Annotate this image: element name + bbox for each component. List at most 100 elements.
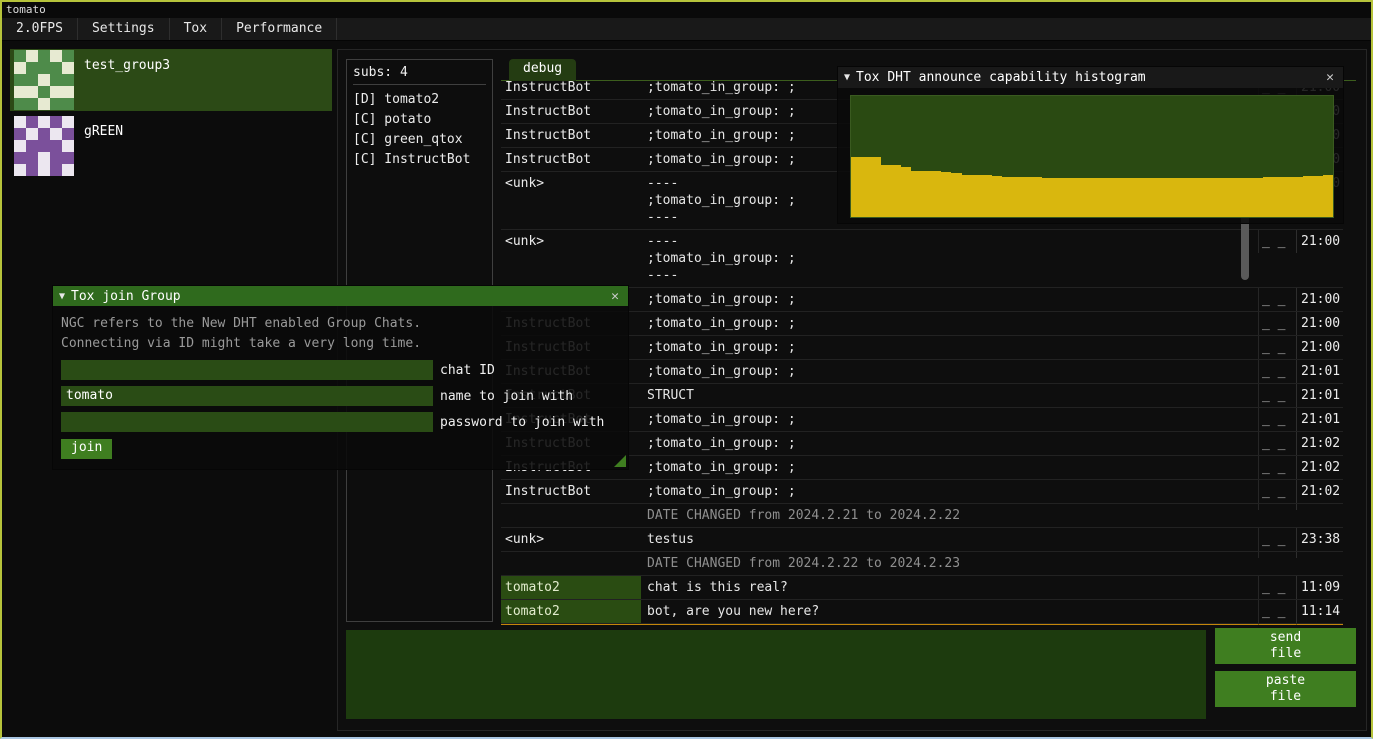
chat-flags <box>1258 552 1296 558</box>
close-icon[interactable]: ✕ <box>1323 70 1337 85</box>
chat-time: 11:09 <box>1296 576 1343 599</box>
chat-time: 21:01 <box>1296 360 1343 383</box>
chat-message: chat is this real? <box>641 576 1258 599</box>
chat-sender: InstructBot <box>501 480 641 503</box>
fps-counter: 2.0FPS <box>2 18 78 40</box>
histogram-bar <box>1142 178 1152 217</box>
histogram-bar <box>1062 178 1072 217</box>
chat-flags: _ _ <box>1258 408 1296 431</box>
menu-bar: 2.0FPS Settings Tox Performance <box>2 18 1371 41</box>
chat-sender: tomato2 <box>501 576 641 599</box>
collapse-icon[interactable]: ▼ <box>59 291 65 302</box>
histogram-bar <box>871 157 881 218</box>
app-titlebar[interactable]: tomato <box>2 2 1371 18</box>
send-file-button[interactable]: send file <box>1215 628 1356 664</box>
chat-row[interactable]: InstructBot;tomato_in_group: ;_ _21:02 <box>501 480 1343 504</box>
chat-sender: InstructBot <box>501 624 641 625</box>
name-input[interactable]: tomato <box>61 386 433 406</box>
histogram-bar <box>1052 178 1062 217</box>
paste-file-button[interactable]: paste file <box>1215 671 1356 707</box>
collapse-icon[interactable]: ▼ <box>844 72 850 83</box>
chat-sender <box>501 552 641 558</box>
histogram-bar <box>931 171 941 217</box>
chat-time: 21:02 <box>1296 456 1343 479</box>
histogram-bar <box>861 157 871 218</box>
chat-flags: _ _ <box>1258 456 1296 479</box>
subs-member[interactable]: [C] green_qtox <box>353 130 486 150</box>
message-input[interactable] <box>346 630 1206 719</box>
chat-time: 21:00 <box>1296 336 1343 359</box>
chat-row[interactable]: tomato2bot, are you new here?_ _11:14 <box>501 600 1343 624</box>
histogram-bar <box>1092 178 1102 217</box>
histogram-bar <box>1273 177 1283 217</box>
histogram-bar <box>1082 178 1092 217</box>
histogram-bar <box>1002 177 1012 217</box>
chat-flags: _ _ <box>1258 576 1296 599</box>
group-avatar <box>14 116 74 176</box>
menu-item-tox[interactable]: Tox <box>170 18 222 40</box>
chat-message: ;tomato_in_group: ; <box>641 456 1258 479</box>
chat-flags: _ _ <box>1258 230 1296 253</box>
chat-message: ;tomato_in_group: ; <box>641 360 1258 383</box>
chat-date-row[interactable]: DATE CHANGED from 2024.2.22 to 2024.2.23 <box>501 552 1343 576</box>
histogram-bar <box>1283 177 1293 217</box>
menu-item-performance[interactable]: Performance <box>222 18 337 40</box>
group-item-green[interactable]: gREEN <box>10 115 332 177</box>
chat-flags: _ _ <box>1258 312 1296 335</box>
histogram-bar <box>1223 178 1233 217</box>
info-text: NGC refers to the New DHT enabled Group … <box>61 314 620 334</box>
chat-time: 21:00 <box>1296 230 1343 253</box>
histogram-bar <box>1072 178 1082 217</box>
chat-id-label: chat ID <box>440 363 495 378</box>
histogram-bar <box>1263 177 1273 217</box>
join-button[interactable]: join <box>61 439 112 459</box>
chat-time <box>1296 504 1343 510</box>
window-title: Tox join Group <box>71 289 608 304</box>
histogram-bar <box>1132 178 1142 217</box>
app-title: tomato <box>6 3 46 16</box>
histogram-plot <box>850 95 1334 218</box>
chat-time: 21:00 <box>1296 312 1343 335</box>
group-avatar <box>14 50 74 110</box>
histogram-bar <box>1303 176 1313 217</box>
histogram-bar <box>1122 178 1132 217</box>
histogram-bar <box>1183 178 1193 217</box>
chat-flags: _ _ <box>1258 288 1296 311</box>
join-group-window: ▼ Tox join Group ✕ NGC refers to the New… <box>52 285 629 470</box>
window-titlebar[interactable]: ▼ Tox DHT announce capability histogram … <box>838 67 1343 88</box>
chat-sender: tomato2 <box>501 600 641 623</box>
group-item-test_group3[interactable]: test_group3 <box>10 49 332 111</box>
chat-time: 21:01 <box>1296 408 1343 431</box>
chat-row[interactable]: <unk>---- ;tomato_in_group: ; ----_ _21:… <box>501 230 1343 288</box>
histogram-bar <box>982 175 992 217</box>
window-titlebar[interactable]: ▼ Tox join Group ✕ <box>53 286 628 306</box>
histogram-bar <box>1293 177 1303 217</box>
subs-member[interactable]: [D] tomato2 <box>353 90 486 110</box>
histogram-bar <box>851 157 861 218</box>
chat-date-row[interactable]: DATE CHANGED from 2024.2.21 to 2024.2.22 <box>501 504 1343 528</box>
menu-item-settings[interactable]: Settings <box>78 18 170 40</box>
chat-message: DATE CHANGED from 2024.2.21 to 2024.2.22 <box>641 504 1258 527</box>
chat-sender: InstructBot <box>501 124 641 147</box>
chat-row[interactable]: InstructBotNo, I've been in this group f… <box>501 624 1343 625</box>
resize-grip[interactable] <box>614 455 626 467</box>
subs-member[interactable]: [C] potato <box>353 110 486 130</box>
chat-sender <box>501 504 641 510</box>
chat-row[interactable]: tomato2chat is this real?_ _11:09 <box>501 576 1343 600</box>
chat-message: No, I've been in this group for quite so… <box>641 624 1258 625</box>
close-icon[interactable]: ✕ <box>608 289 622 304</box>
chat-sender: <unk> <box>501 172 641 195</box>
histogram-bar <box>1032 177 1042 217</box>
chat-flags: d <box>1258 624 1296 625</box>
chat-message: ---- ;tomato_in_group: ; ---- <box>641 230 1258 287</box>
password-input[interactable] <box>61 412 433 432</box>
chat-message: ;tomato_in_group: ; <box>641 480 1258 503</box>
chat-flags: _ _ <box>1258 600 1296 623</box>
chat-message: ;tomato_in_group: ; <box>641 408 1258 431</box>
subs-member[interactable]: [C] InstructBot <box>353 150 486 170</box>
chat-id-input[interactable] <box>61 360 433 380</box>
chat-time: 11:14 <box>1296 600 1343 623</box>
info-text: Connecting via ID might take a very long… <box>61 334 620 354</box>
chat-row[interactable]: <unk>testus_ _23:38 <box>501 528 1343 552</box>
chat-time: 21:02 <box>1296 480 1343 503</box>
